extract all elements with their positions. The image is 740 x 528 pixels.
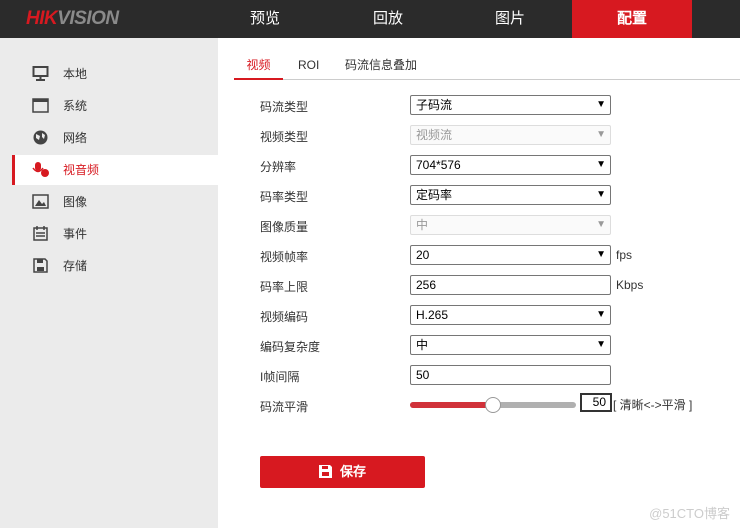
chevron-down-icon: ▼: [596, 99, 606, 110]
chevron-down-icon: ▼: [596, 339, 606, 350]
floppy-disk-icon: [33, 258, 48, 273]
i-frame-row: I帧间隔 50: [260, 365, 720, 385]
sidebar-item-storage[interactable]: 存储: [12, 251, 218, 281]
nav-picture[interactable]: 图片: [450, 0, 570, 38]
window-icon: [32, 98, 49, 113]
chevron-down-icon: ▼: [596, 249, 606, 260]
smoothing-row: 码流平滑 50 [ 清晰<->平滑 ]: [260, 393, 693, 414]
chevron-down-icon: ▼: [596, 159, 606, 170]
chevron-down-icon: ▼: [596, 189, 606, 200]
complexity-row: 编码复杂度中 ▼: [260, 335, 720, 355]
bitrate-type-row: 码率类型 定码率 ▼: [260, 185, 720, 205]
bitrate-type-select[interactable]: 定码率 ▼: [410, 185, 611, 205]
tab-stream-info-overlay[interactable]: 码流信息叠加: [345, 52, 417, 80]
frame-rate-row: 视频帧率 20 ▼ fps: [260, 245, 720, 265]
video-type-row: 视频类型 视频流 ▼: [260, 125, 720, 145]
encoding-row: 视频编码 H.265 ▼: [260, 305, 720, 325]
slider-fill: [410, 402, 493, 408]
complexity-select[interactable]: 中 ▼: [410, 335, 611, 355]
smoothing-value-input[interactable]: 50: [580, 393, 612, 412]
watermark: @51CTO博客: [649, 506, 730, 521]
sidebar-item-audio-video[interactable]: 视音频: [12, 155, 218, 185]
tab-video[interactable]: 视频: [234, 52, 283, 80]
frame-rate-select[interactable]: 20 ▼: [410, 245, 611, 265]
nav-preview[interactable]: 预览: [205, 0, 325, 38]
floppy-disk-icon: [318, 465, 332, 478]
stream-type-row: 码流类型 子码流 ▼: [260, 95, 720, 115]
nav-playback[interactable]: 回放: [328, 0, 448, 38]
save-button[interactable]: 保存: [260, 456, 425, 488]
smoothing-hint: [ 清晰<->平滑 ]: [613, 398, 693, 412]
resolution-row: 分辨率 704*576 ▼: [260, 155, 720, 175]
sidebar-item-local[interactable]: 本地: [12, 59, 218, 89]
slider-handle[interactable]: [485, 397, 501, 413]
calendar-icon: [33, 226, 48, 241]
monitor-icon: [32, 66, 49, 81]
chevron-down-icon: ▼: [596, 219, 606, 230]
tab-roi[interactable]: ROI: [298, 52, 319, 80]
max-bitrate-row: 码率上限 256 Kbps: [260, 275, 720, 295]
sidebar-item-image[interactable]: 图像: [12, 187, 218, 217]
microphone-video-icon: [32, 162, 49, 177]
chevron-down-icon: ▼: [596, 129, 606, 140]
top-bar: HIKVISION 预览 回放 图片 配置: [0, 0, 740, 38]
image-quality-row: 图像质量中 ▼: [260, 215, 720, 235]
stream-type-select[interactable]: 子码流 ▼: [410, 95, 611, 115]
sidebar-item-network[interactable]: 网络: [12, 123, 218, 153]
max-bitrate-input[interactable]: 256: [410, 275, 611, 295]
hikvision-logo: HIKVISION: [26, 8, 119, 29]
image-icon: [32, 194, 49, 209]
nav-configuration[interactable]: 配置: [572, 0, 692, 38]
video-type-select: 视频流 ▼: [410, 125, 611, 145]
sidebar-item-event[interactable]: 事件: [12, 219, 218, 249]
globe-icon: [33, 130, 48, 145]
encoding-select[interactable]: H.265 ▼: [410, 305, 611, 325]
sidebar: 本地 系统 网络 视音频 图像 事件 存储: [0, 38, 218, 528]
smoothing-slider[interactable]: [410, 397, 576, 413]
i-frame-interval-input[interactable]: 50: [410, 365, 611, 385]
resolution-select[interactable]: 704*576 ▼: [410, 155, 611, 175]
image-quality-select: 中 ▼: [410, 215, 611, 235]
sidebar-item-system[interactable]: 系统: [12, 91, 218, 121]
chevron-down-icon: ▼: [596, 309, 606, 320]
tab-bar: 视频 ROI 码流信息叠加: [234, 52, 740, 80]
